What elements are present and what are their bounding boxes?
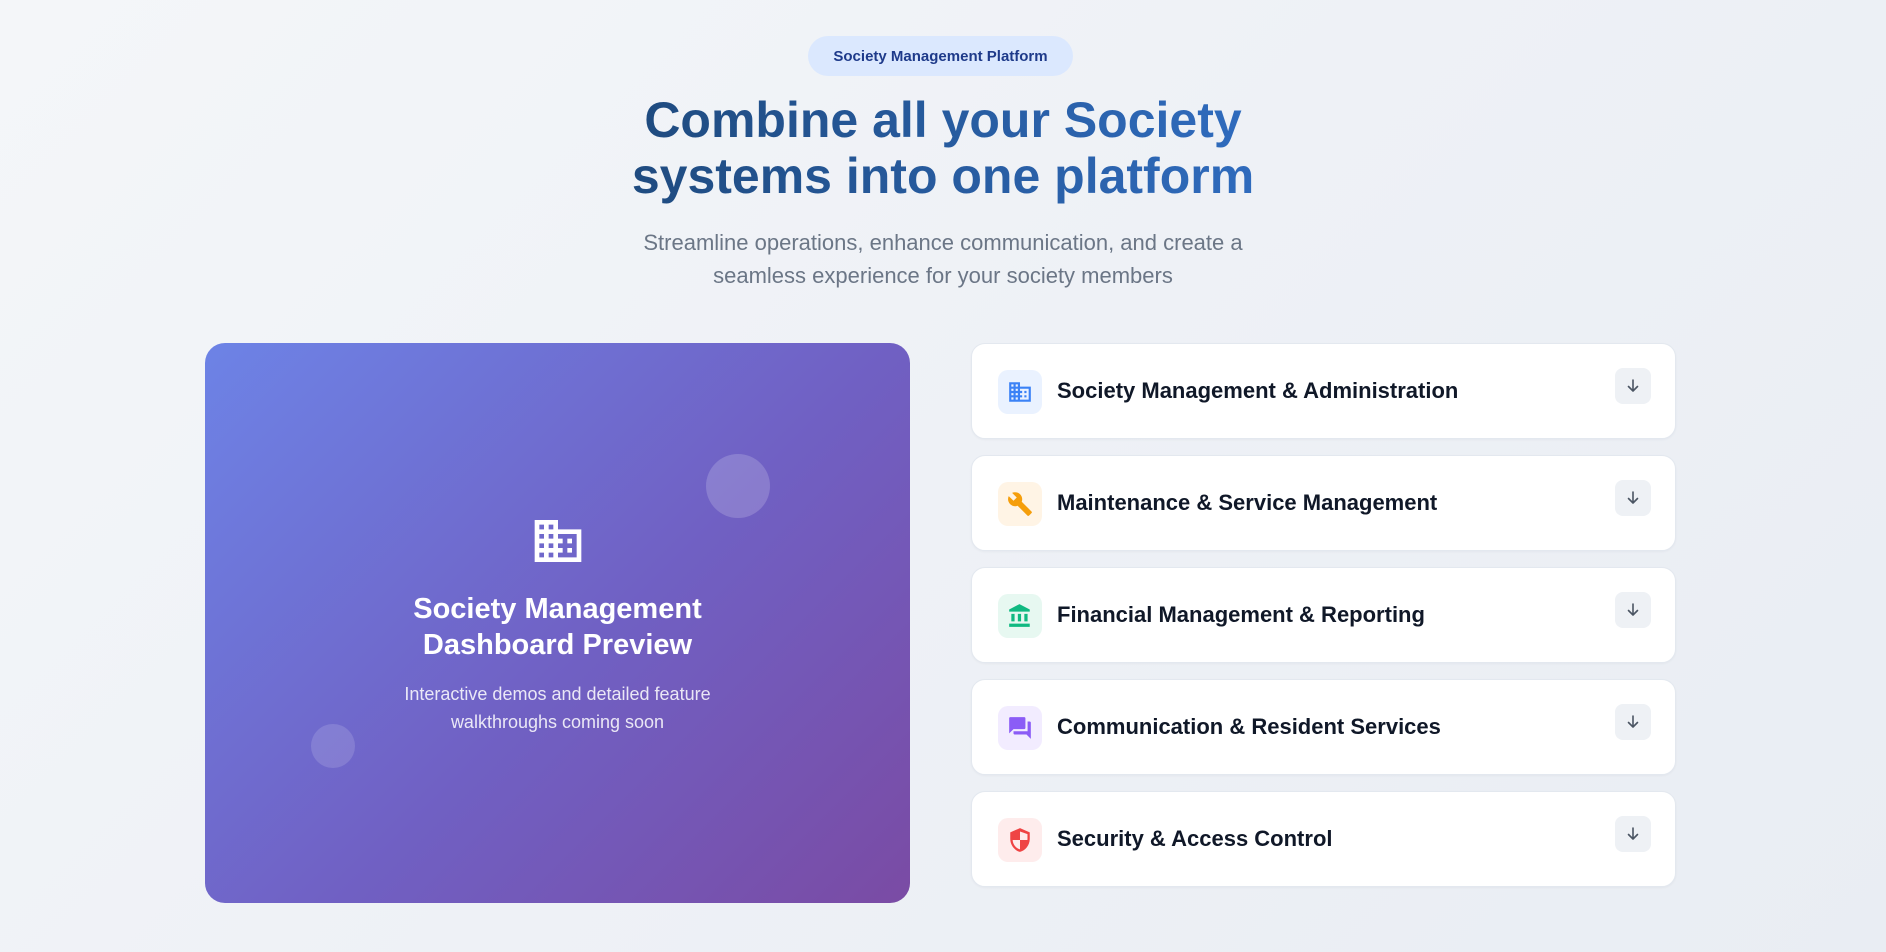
page-title-line-2: systems into one platform xyxy=(631,148,1255,204)
page-title-line-1: Combine all your Society xyxy=(644,92,1242,148)
feature-card-communication[interactable]: Communication & Resident Services xyxy=(971,679,1676,775)
feature-card-administration[interactable]: Society Management & Administration xyxy=(971,343,1676,439)
arrow-down-icon xyxy=(1627,603,1639,616)
expand-button[interactable] xyxy=(1615,480,1651,516)
feature-title: Financial Management & Reporting xyxy=(1057,602,1425,627)
feature-title: Security & Access Control xyxy=(1057,826,1333,851)
feature-icon-badge xyxy=(998,706,1042,750)
expand-button[interactable] xyxy=(1615,704,1651,740)
preview-title-line-2: Dashboard Preview xyxy=(422,629,693,661)
building-icon xyxy=(534,520,582,562)
bank-icon xyxy=(1009,604,1030,627)
preview-title: Society Management Dashboard Preview xyxy=(205,591,910,663)
building-icon xyxy=(1009,382,1031,402)
expand-button[interactable] xyxy=(1615,592,1651,628)
feature-icon-badge xyxy=(998,818,1042,862)
expand-button[interactable] xyxy=(1615,816,1651,852)
dashboard-preview-card: Society Management Dashboard Preview Int… xyxy=(205,343,910,903)
decorative-bubble xyxy=(706,454,770,518)
wrench-icon xyxy=(1008,492,1032,516)
arrow-down-icon xyxy=(1627,379,1639,392)
feature-icon-badge xyxy=(998,594,1042,638)
page-title: Combine all your Society systems into on… xyxy=(0,92,1886,204)
feature-icon-badge xyxy=(998,482,1042,526)
feature-title: Maintenance & Service Management xyxy=(1057,490,1438,515)
preview-title-line-1: Society Management xyxy=(413,593,702,625)
feature-icon-badge xyxy=(998,370,1042,414)
page-subtitle: Streamline operations, enhance communica… xyxy=(0,226,1886,292)
platform-badge: Society Management Platform xyxy=(808,36,1073,76)
feature-card-maintenance[interactable]: Maintenance & Service Management xyxy=(971,455,1676,551)
arrow-down-icon xyxy=(1627,715,1639,728)
arrow-down-icon xyxy=(1627,827,1639,840)
page-subtitle-line-1: Streamline operations, enhance communica… xyxy=(643,230,1243,255)
preview-description: Interactive demos and detailed feature w… xyxy=(205,680,910,736)
chat-icon xyxy=(1009,717,1031,739)
feature-card-financial[interactable]: Financial Management & Reporting xyxy=(971,567,1676,663)
arrow-down-icon xyxy=(1627,491,1639,504)
shield-icon xyxy=(1010,828,1030,852)
page-subtitle-line-2: seamless experience for your society mem… xyxy=(713,263,1173,288)
preview-description-line-2: walkthroughs coming soon xyxy=(450,712,665,732)
feature-title: Society Management & Administration xyxy=(1057,378,1459,403)
feature-card-security[interactable]: Security & Access Control xyxy=(971,791,1676,887)
feature-title: Communication & Resident Services xyxy=(1057,714,1441,739)
expand-button[interactable] xyxy=(1615,368,1651,404)
preview-description-line-1: Interactive demos and detailed feature xyxy=(404,684,711,704)
